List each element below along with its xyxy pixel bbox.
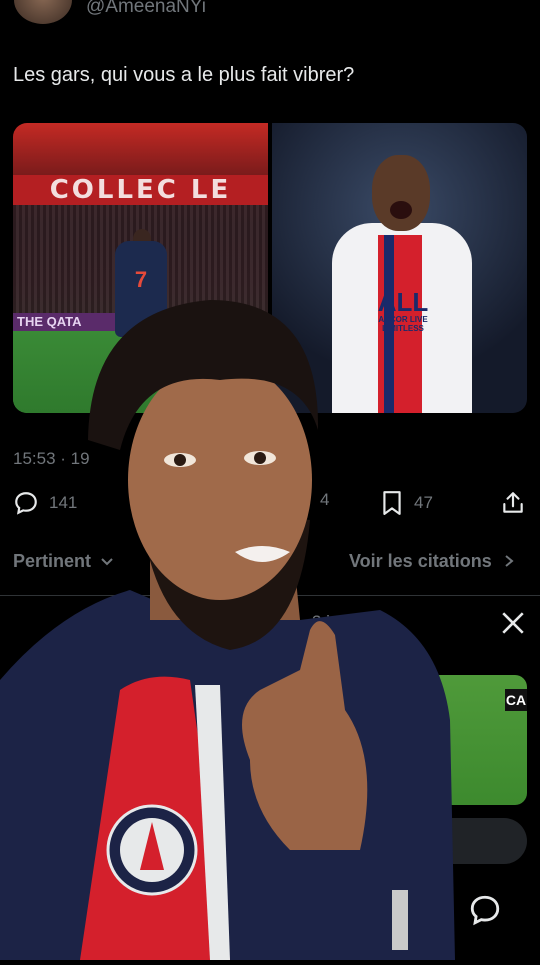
player-mouth: [390, 201, 412, 219]
stadium-banner: COLLEC LE: [13, 175, 268, 205]
tweet-text: Les gars, qui vous a le plus fait vibrer…: [13, 64, 355, 86]
user-handle[interactable]: @AmeenaNYi: [86, 0, 206, 18]
avatar[interactable]: [14, 0, 72, 24]
player-head: [372, 155, 430, 231]
creator-illustration: [0, 300, 455, 960]
creator-overlay: [0, 290, 540, 960]
